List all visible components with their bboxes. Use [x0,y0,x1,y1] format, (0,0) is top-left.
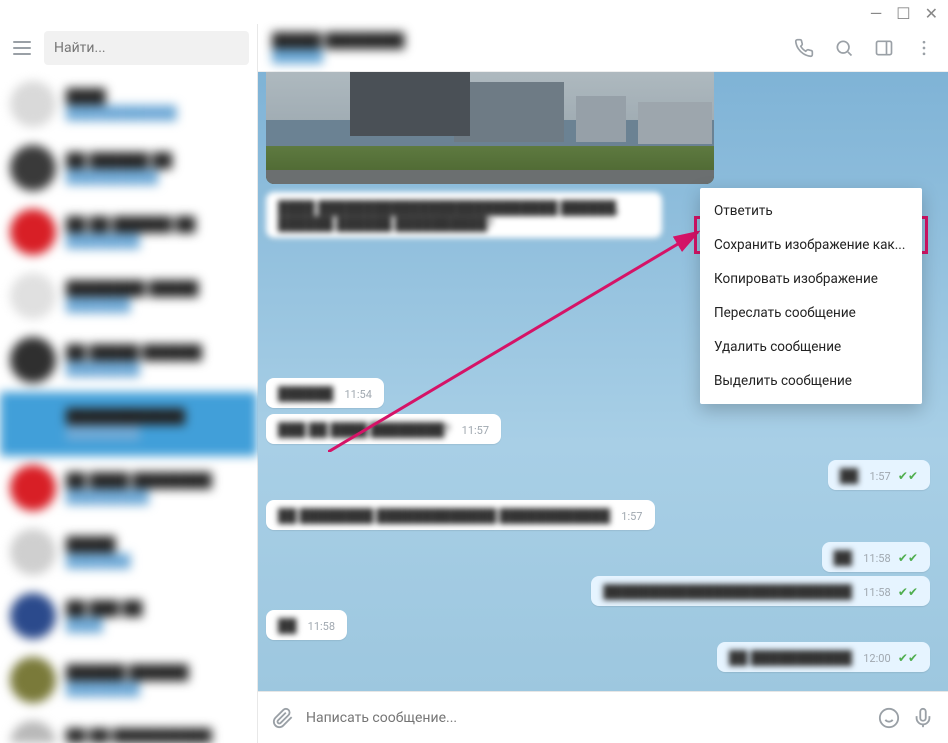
message-in[interactable]: ██████ 11:54 [266,378,384,408]
message-time: 11:58 [863,586,890,599]
avatar [10,657,56,703]
chat-preview: ██████████ [66,169,247,185]
chat-name: ██ █████ ██████ [66,344,247,361]
chat-preview: ████████ [66,233,247,249]
message-time: 12:00 [863,652,890,665]
read-ticks-icon: ✔✔ [898,585,918,599]
read-ticks-icon: ✔✔ [898,651,918,665]
call-icon[interactable] [794,38,814,58]
chat-name: ██ ███ ██ [66,600,247,617]
context-menu-item[interactable]: Сохранить изображение как... [700,228,922,262]
message-out[interactable]: ██ ███████████ 12:00 ✔✔ [717,642,930,672]
avatar [10,401,56,447]
chat-preview: ████████ [66,425,247,441]
window-controls: — ☐ ✕ [870,4,938,23]
message-in[interactable]: ██ 11:58 [266,610,347,640]
avatar [10,81,56,127]
chat-list-item[interactable]: ██ ██ ██████ ██████████ [0,200,257,264]
composer [258,691,948,743]
search-icon[interactable] [834,38,854,58]
chat-name: ██████ ██████ [66,664,247,681]
emoji-icon[interactable] [878,707,900,729]
chat-preview: ████ [66,617,247,633]
context-menu-item[interactable]: Ответить [700,194,922,228]
chat-name: ████████████ [66,408,247,425]
minimize-button[interactable]: — [870,4,883,23]
read-ticks-icon: ✔✔ [898,551,918,565]
context-menu: ОтветитьСохранить изображение как...Копи… [700,188,922,404]
chat-list-item[interactable]: ████████████████████ [0,392,257,456]
message-out[interactable]: ██ 1:57 ✔✔ [828,460,930,490]
message-time: 11:54 [345,388,372,401]
context-menu-item[interactable]: Выделить сообщение [700,364,922,398]
context-menu-item[interactable]: Удалить сообщение [700,330,922,364]
avatar [10,529,56,575]
avatar [10,337,56,383]
message-time: 11:58 [308,620,335,633]
chat-list-item[interactable]: ██ █████ ██████████████ [0,328,257,392]
chat-body[interactable]: ████ ██████████████████████████ ██████, … [258,72,948,691]
chat-subtitle: ██████ [272,49,404,63]
chat-list-item[interactable]: ██████ ██████████████ [0,648,257,712]
chat-panel: █████ ████████ ██████ ████ ████ [258,24,948,743]
message-input[interactable] [306,710,866,726]
search-input[interactable] [54,40,239,56]
message-in[interactable]: ███ ██ ████ ████████? 11:57 [266,414,501,444]
search-box[interactable] [44,31,249,65]
attach-icon[interactable] [272,707,294,729]
sidebar: ██████████████████ ██████ ██████████████… [0,24,258,743]
chat-title[interactable]: █████ ████████ [272,32,404,49]
chat-header: █████ ████████ ██████ [258,24,948,72]
chat-name: ██ ████ ████████ [66,472,247,489]
chat-preview: █████████ [66,489,247,505]
avatar [10,145,56,191]
chat-name: ████ [66,88,247,105]
menu-button[interactable] [8,34,36,62]
avatar [10,465,56,511]
message-time: 1:57 [621,510,642,523]
chat-preview: ████████ [66,681,247,697]
message-time: 11:57 [462,424,489,437]
chat-name: ██ ██ ██████ ██ [66,216,247,233]
avatar [10,721,56,743]
context-menu-item[interactable]: Копировать изображение [700,262,922,296]
chat-list-item[interactable]: ██ ████ █████████████████ [0,456,257,520]
chat-name: ██ ██ ██████████ [66,728,247,743]
message-out[interactable]: ███████████████████████████ 11:58 ✔✔ [591,576,930,606]
context-menu-item[interactable]: Переслать сообщение [700,296,922,330]
chat-preview: ███████ [66,297,247,313]
chat-list-item[interactable]: ████████ ████████████ [0,264,257,328]
chat-list-item[interactable]: ████████████ [0,520,257,584]
avatar [10,209,56,255]
chat-list[interactable]: ██████████████████ ██████ ██████████████… [0,72,257,743]
read-ticks-icon: ✔✔ [898,469,918,483]
message-time: 1:57 [869,470,890,483]
image-message[interactable] [266,72,714,184]
message-out[interactable]: ██ 11:58 ✔✔ [822,542,930,572]
avatar [10,593,56,639]
chat-name: ██ ██████ ██ [66,152,247,169]
message-time: 11:58 [863,552,890,565]
chat-list-item[interactable]: ██ ██████ ████████████ [0,136,257,200]
chat-list-item[interactable]: ██ ███ ██████ [0,584,257,648]
chat-name: ████████ █████ [66,280,247,297]
chat-preview: ███████ [66,553,247,569]
side-panel-icon[interactable] [874,38,894,58]
chat-preview: ████████ [66,361,247,377]
mic-icon[interactable] [912,707,934,729]
avatar [10,273,56,319]
chat-name: █████ [66,536,247,553]
chat-list-item[interactable]: ██ ██ ██████████████████ [0,712,257,743]
message-in[interactable]: ████ ██████████████████████████ ██████, … [266,192,662,238]
close-button[interactable]: ✕ [925,4,938,23]
chat-preview: ████████████ [66,105,247,121]
chat-list-item[interactable]: ████████████████ [0,72,257,136]
more-icon[interactable] [914,38,934,58]
message-in[interactable]: ██ ████████ █████████████ ████████████ 1… [266,500,655,530]
maximize-button[interactable]: ☐ [896,4,910,23]
